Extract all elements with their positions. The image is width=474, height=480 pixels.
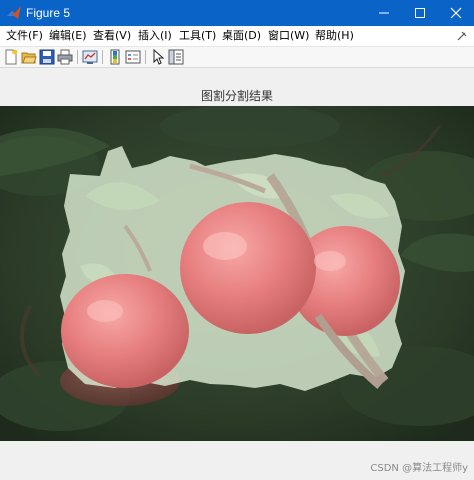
segmented-apple-image[interactable] xyxy=(0,106,474,441)
axes-title: 图割分割结果 xyxy=(200,89,273,103)
menu-bar: 文件(F) 编辑(E) 查看(V) 插入(I) 工具(T) 桌面(D) 窗口(W… xyxy=(0,26,474,47)
new-figure-icon[interactable] xyxy=(3,49,19,65)
window-titlebar[interactable]: Figure 5 xyxy=(0,0,474,26)
dock-pin-icon[interactable] xyxy=(456,30,468,42)
insert-legend-icon[interactable] xyxy=(125,49,141,65)
toolbar-separator xyxy=(77,50,78,64)
toolbar-separator xyxy=(145,50,146,64)
property-inspector-icon[interactable] xyxy=(168,49,184,65)
close-icon xyxy=(450,7,462,19)
save-icon[interactable] xyxy=(39,49,55,65)
window-title: Figure 5 xyxy=(26,6,71,20)
menu-help[interactable]: 帮助(H) xyxy=(313,28,356,44)
menu-file[interactable]: 文件(F) xyxy=(4,28,45,44)
open-file-icon[interactable] xyxy=(21,49,37,65)
maximize-icon xyxy=(415,8,425,18)
menu-desktop[interactable]: 桌面(D) xyxy=(220,28,263,44)
matlab-logo-icon xyxy=(7,6,21,19)
minimize-icon xyxy=(379,12,389,14)
menu-window[interactable]: 窗口(W) xyxy=(266,28,311,44)
edit-plot-arrow-icon[interactable] xyxy=(150,49,166,65)
link-plot-icon[interactable] xyxy=(82,49,98,65)
watermark-text: CSDN @算法工程师y xyxy=(370,463,468,474)
print-icon[interactable] xyxy=(57,49,73,65)
insert-colorbar-icon[interactable] xyxy=(107,49,123,65)
menu-edit[interactable]: 编辑(E) xyxy=(47,28,89,44)
minimize-button[interactable] xyxy=(366,0,402,26)
close-button[interactable] xyxy=(438,0,474,26)
toolbar-separator xyxy=(102,50,103,64)
figure-toolbar xyxy=(0,47,474,68)
menu-insert[interactable]: 插入(I) xyxy=(136,28,174,44)
menu-view[interactable]: 查看(V) xyxy=(91,28,133,44)
menu-tools[interactable]: 工具(T) xyxy=(177,28,218,44)
maximize-button[interactable] xyxy=(402,0,438,26)
